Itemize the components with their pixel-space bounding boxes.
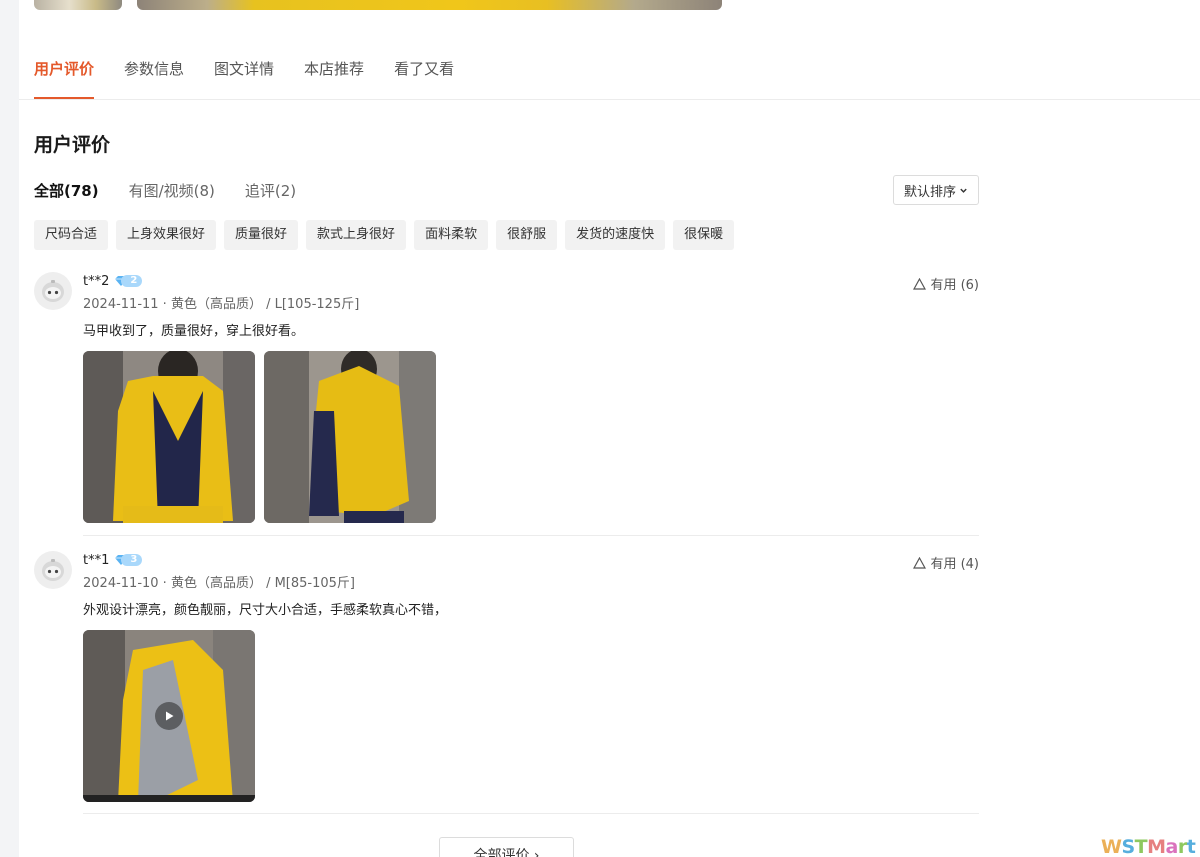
filter-with-media[interactable]: 有图/视频(8) bbox=[129, 180, 215, 201]
logo-letter: S bbox=[1121, 836, 1135, 857]
tag-chip[interactable]: 尺码合适 bbox=[34, 220, 109, 250]
tab-reviews[interactable]: 用户评价 bbox=[34, 54, 95, 100]
tag-chip[interactable]: 面料柔软 bbox=[414, 220, 489, 250]
tag-chip[interactable]: 很保暖 bbox=[673, 220, 735, 250]
username: t**1 bbox=[83, 552, 110, 568]
helpful-count: 有用 (4) bbox=[930, 557, 979, 572]
helpful-count: 有用 (6) bbox=[930, 278, 979, 293]
filter-all[interactable]: 全部(78) bbox=[34, 180, 99, 201]
logo-letter: T bbox=[1134, 836, 1148, 857]
play-icon[interactable] bbox=[155, 702, 183, 730]
tag-chip[interactable]: 发货的速度快 bbox=[565, 220, 666, 250]
review-photo[interactable] bbox=[83, 351, 255, 523]
thumbs-up-triangle-icon bbox=[913, 277, 927, 290]
review-meta: 2024-11-11 · 黄色（高品质） / L[105-125斤] bbox=[83, 297, 360, 312]
avatar bbox=[34, 551, 72, 589]
wstmart-logo: WSTMart bbox=[1101, 836, 1196, 857]
tab-params[interactable]: 参数信息 bbox=[124, 54, 184, 100]
review-item: t**1 3 2024-11-10 · 黄色（高品质） / M[85-105斤]… bbox=[34, 551, 979, 814]
username: t**2 bbox=[83, 273, 110, 289]
logo-letter: t bbox=[1186, 836, 1196, 857]
review-media bbox=[83, 630, 979, 802]
member-level: 3 bbox=[121, 554, 143, 566]
tag-chip[interactable]: 质量很好 bbox=[224, 220, 299, 250]
section-title: 用户评价 bbox=[34, 134, 111, 156]
avatar bbox=[34, 272, 72, 310]
gallery-thumbnail[interactable] bbox=[34, 0, 122, 10]
robot-avatar-icon bbox=[42, 559, 64, 581]
review-divider bbox=[83, 813, 979, 814]
chevron-down-icon bbox=[960, 188, 967, 193]
review-meta: 2024-11-10 · 黄色（高品质） / M[85-105斤] bbox=[83, 576, 355, 591]
review-filters: 全部(78) 有图/视频(8) 追评(2) bbox=[34, 180, 326, 201]
tag-chip[interactable]: 上身效果很好 bbox=[116, 220, 217, 250]
logo-letter: M bbox=[1147, 836, 1166, 857]
member-level: 2 bbox=[121, 275, 143, 287]
helpful-button[interactable]: 有用 (4) bbox=[913, 553, 979, 572]
review-tags: 尺码合适 上身效果很好 质量很好 款式上身很好 面料柔软 很舒服 发货的速度快 … bbox=[34, 220, 742, 250]
logo-letter: r bbox=[1177, 836, 1187, 857]
left-sidebar-strip bbox=[0, 0, 19, 857]
review-photo[interactable] bbox=[264, 351, 436, 523]
tag-chip[interactable]: 款式上身很好 bbox=[306, 220, 407, 250]
review-media bbox=[83, 351, 979, 523]
member-badge: 2 bbox=[114, 274, 143, 288]
tab-also-viewed[interactable]: 看了又看 bbox=[394, 54, 454, 100]
sort-label: 默认排序 bbox=[903, 184, 956, 200]
detail-tabs: 用户评价 参数信息 图文详情 本店推荐 看了又看 bbox=[34, 54, 484, 100]
review-body: t**1 3 2024-11-10 · 黄色（高品质） / M[85-105斤]… bbox=[83, 551, 979, 802]
sort-dropdown[interactable]: 默认排序 bbox=[893, 175, 979, 205]
tab-details[interactable]: 图文详情 bbox=[214, 54, 274, 100]
filter-follow-up[interactable]: 追评(2) bbox=[245, 180, 296, 201]
yellow-vest-photo bbox=[83, 351, 255, 523]
tag-chip[interactable]: 很舒服 bbox=[496, 220, 558, 250]
logo-letter: W bbox=[1101, 836, 1122, 857]
robot-avatar-icon bbox=[42, 280, 64, 302]
yellow-vest-photo bbox=[264, 351, 436, 523]
all-reviews-button[interactable]: 全部评价 › bbox=[439, 837, 574, 857]
play-triangle-icon bbox=[166, 711, 174, 721]
tabs-divider bbox=[19, 99, 1200, 100]
logo-letter: a bbox=[1165, 836, 1179, 857]
gallery-main-image[interactable] bbox=[137, 0, 722, 10]
member-badge: 3 bbox=[114, 553, 143, 567]
helpful-button[interactable]: 有用 (6) bbox=[913, 274, 979, 293]
review-text: 外观设计漂亮，颜色靓丽，尺寸大小合适，手感柔软真心不错， bbox=[83, 603, 448, 618]
review-divider bbox=[83, 535, 979, 536]
tab-store-recommend[interactable]: 本店推荐 bbox=[304, 54, 364, 100]
review-item: t**2 2 2024-11-11 · 黄色（高品质） / L[105-125斤… bbox=[34, 272, 979, 536]
review-text: 马甲收到了，质量很好，穿上很好看。 bbox=[83, 324, 305, 339]
review-body: t**2 2 2024-11-11 · 黄色（高品质） / L[105-125斤… bbox=[83, 272, 979, 523]
thumbs-up-triangle-icon bbox=[913, 556, 927, 569]
review-video[interactable] bbox=[83, 630, 255, 802]
